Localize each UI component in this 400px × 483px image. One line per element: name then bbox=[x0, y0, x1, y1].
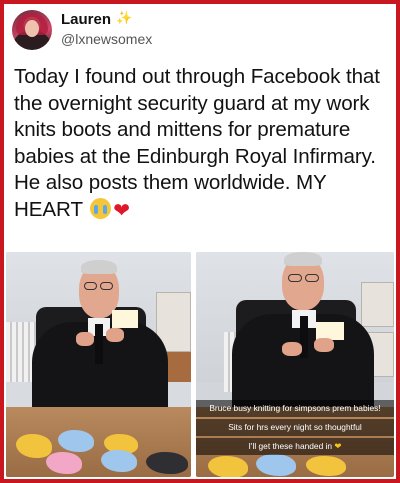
sparkles-icon: ✨ bbox=[116, 10, 133, 25]
snapchat-caption-3: I'll get these handed in ❤ bbox=[196, 438, 394, 455]
tie bbox=[95, 324, 103, 364]
post-text: Today I found out through Facebook that … bbox=[14, 64, 392, 224]
author-name[interactable]: Lauren bbox=[61, 11, 111, 28]
paper-card bbox=[112, 310, 138, 328]
hand-right bbox=[314, 338, 334, 352]
avatar-face bbox=[25, 20, 39, 37]
hand-left bbox=[282, 342, 302, 356]
loudly-crying-face-icon bbox=[90, 197, 112, 219]
photo-left[interactable] bbox=[6, 252, 191, 477]
red-frame: Lauren ✨ @lxnewsomex Today I found out t… bbox=[0, 0, 400, 483]
yellow-heart-icon: ❤ bbox=[334, 441, 342, 451]
snapchat-caption-1: Bruce busy knitting for simpsons prem ba… bbox=[196, 400, 394, 417]
red-heart-icon: ❤ bbox=[113, 199, 130, 222]
storage-box bbox=[361, 282, 394, 327]
snapchat-caption-2: Sits for hrs every night so thoughtful bbox=[196, 419, 394, 436]
glasses-left bbox=[84, 282, 97, 290]
hair bbox=[284, 252, 322, 266]
yellow-bootie bbox=[208, 456, 248, 477]
hair bbox=[81, 260, 117, 274]
glasses-right bbox=[100, 282, 113, 290]
hand-left bbox=[76, 332, 94, 346]
author-handle[interactable]: @lxnewsomex bbox=[61, 31, 152, 47]
caption-3-text: I'll get these handed in bbox=[248, 441, 333, 451]
hand-right bbox=[106, 328, 124, 342]
glasses-right bbox=[305, 274, 319, 282]
photo-right[interactable]: Bruce busy knitting for simpsons prem ba… bbox=[196, 252, 394, 477]
tweet-card: Lauren ✨ @lxnewsomex Today I found out t… bbox=[4, 4, 396, 479]
post-body: Today I found out through Facebook that … bbox=[14, 65, 380, 221]
glasses-left bbox=[288, 274, 302, 282]
avatar[interactable] bbox=[12, 10, 52, 50]
